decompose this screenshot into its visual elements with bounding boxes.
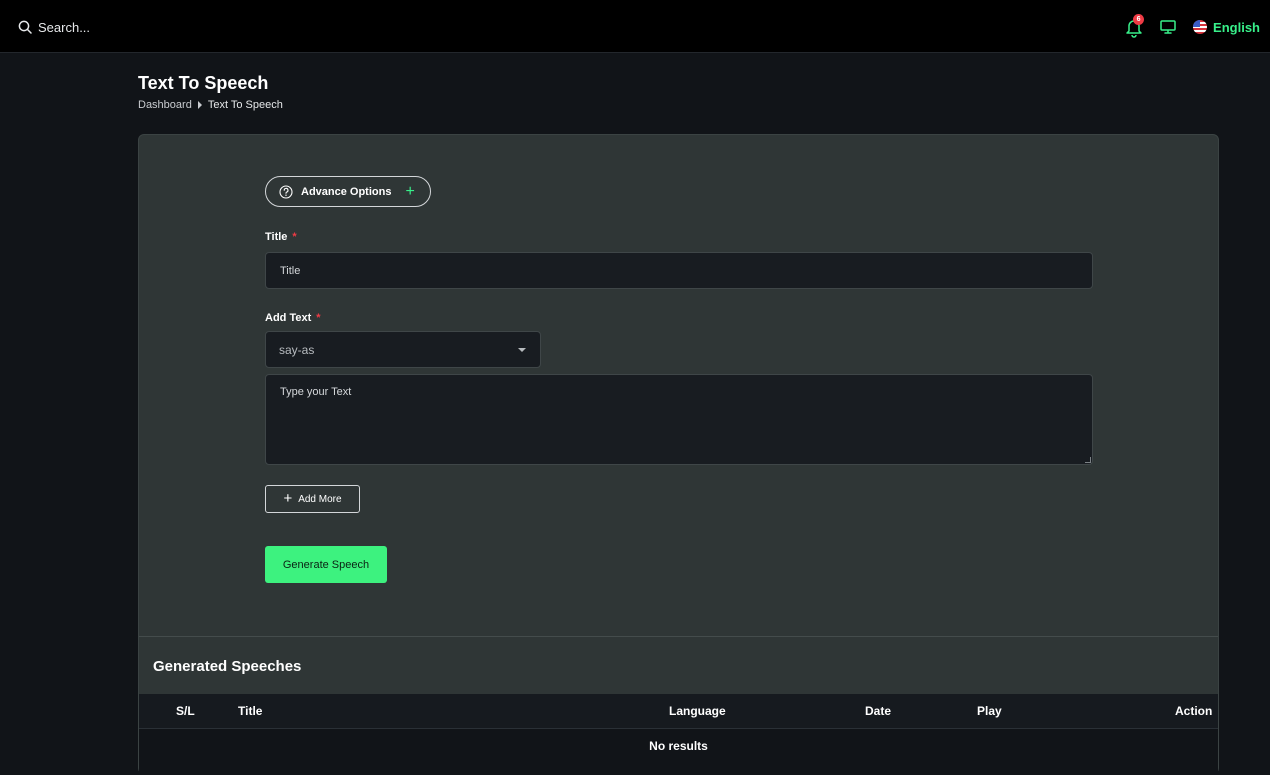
ssml-tag-select[interactable]: say-as	[265, 331, 541, 368]
search-trigger[interactable]: Search...	[18, 18, 90, 36]
generate-speech-button[interactable]: Generate Speech	[265, 546, 387, 583]
generate-speech-label: Generate Speech	[282, 558, 370, 571]
text-to-speech-card: Advance Options + Title * Add Text * say-a…	[138, 134, 1219, 775]
table-body: No results	[139, 728, 1218, 775]
column-header-title: Title	[238, 704, 263, 718]
breadcrumb-dashboard[interactable]: Dashboard	[138, 99, 192, 111]
breadcrumb-separator-icon	[197, 101, 202, 109]
monitor-icon[interactable]	[1159, 18, 1177, 36]
column-header-sl: S/L	[176, 704, 195, 718]
add-text-label: Add Text *	[265, 312, 321, 324]
add-text-label-text: Add Text	[265, 312, 312, 324]
top-right-controls: 6 English	[1123, 14, 1260, 39]
search-icon	[18, 20, 32, 34]
plus-icon: +	[283, 490, 293, 507]
add-more-button[interactable]: + Add More	[265, 485, 360, 513]
section-divider	[139, 636, 1218, 637]
language-selector[interactable]: English	[1193, 20, 1260, 35]
notification-badge: 6	[1133, 14, 1145, 25]
us-flag-icon	[1193, 20, 1208, 34]
ssml-tag-select-value: say-as	[279, 342, 315, 357]
column-header-play: Play	[977, 704, 1002, 718]
column-header-language: Language	[669, 704, 726, 718]
resize-handle-icon[interactable]	[1085, 457, 1091, 463]
language-label: English	[1213, 19, 1260, 35]
column-header-action: Action	[1175, 704, 1213, 718]
title-input[interactable]	[265, 252, 1093, 289]
breadcrumb: Dashboard Text To Speech	[138, 99, 283, 111]
required-mark: *	[316, 312, 321, 324]
caret-down-icon	[518, 348, 526, 352]
text-input-area[interactable]	[265, 374, 1093, 465]
title-label-text: Title	[265, 231, 288, 243]
advance-options-button[interactable]: Advance Options +	[265, 176, 431, 207]
advance-options-label: Advance Options	[301, 185, 392, 198]
required-mark: *	[292, 231, 297, 243]
generated-speeches-title: Generated Speeches	[153, 658, 302, 675]
search-placeholder[interactable]: Search...	[38, 20, 90, 35]
help-circle-icon	[279, 184, 293, 199]
column-header-date: Date	[865, 704, 892, 718]
top-bar: Search... 6 English	[0, 0, 1270, 53]
page-title: Text To Speech	[138, 73, 269, 93]
add-more-label: Add More	[298, 493, 342, 505]
empty-state-text: No results	[649, 739, 708, 753]
table-header: S/L Title Language Date Play Action	[139, 694, 1218, 728]
breadcrumb-current: Text To Speech	[207, 99, 283, 111]
plus-icon: +	[405, 182, 415, 200]
title-label: Title *	[265, 231, 297, 243]
notification-button[interactable]: 6	[1123, 14, 1145, 38]
